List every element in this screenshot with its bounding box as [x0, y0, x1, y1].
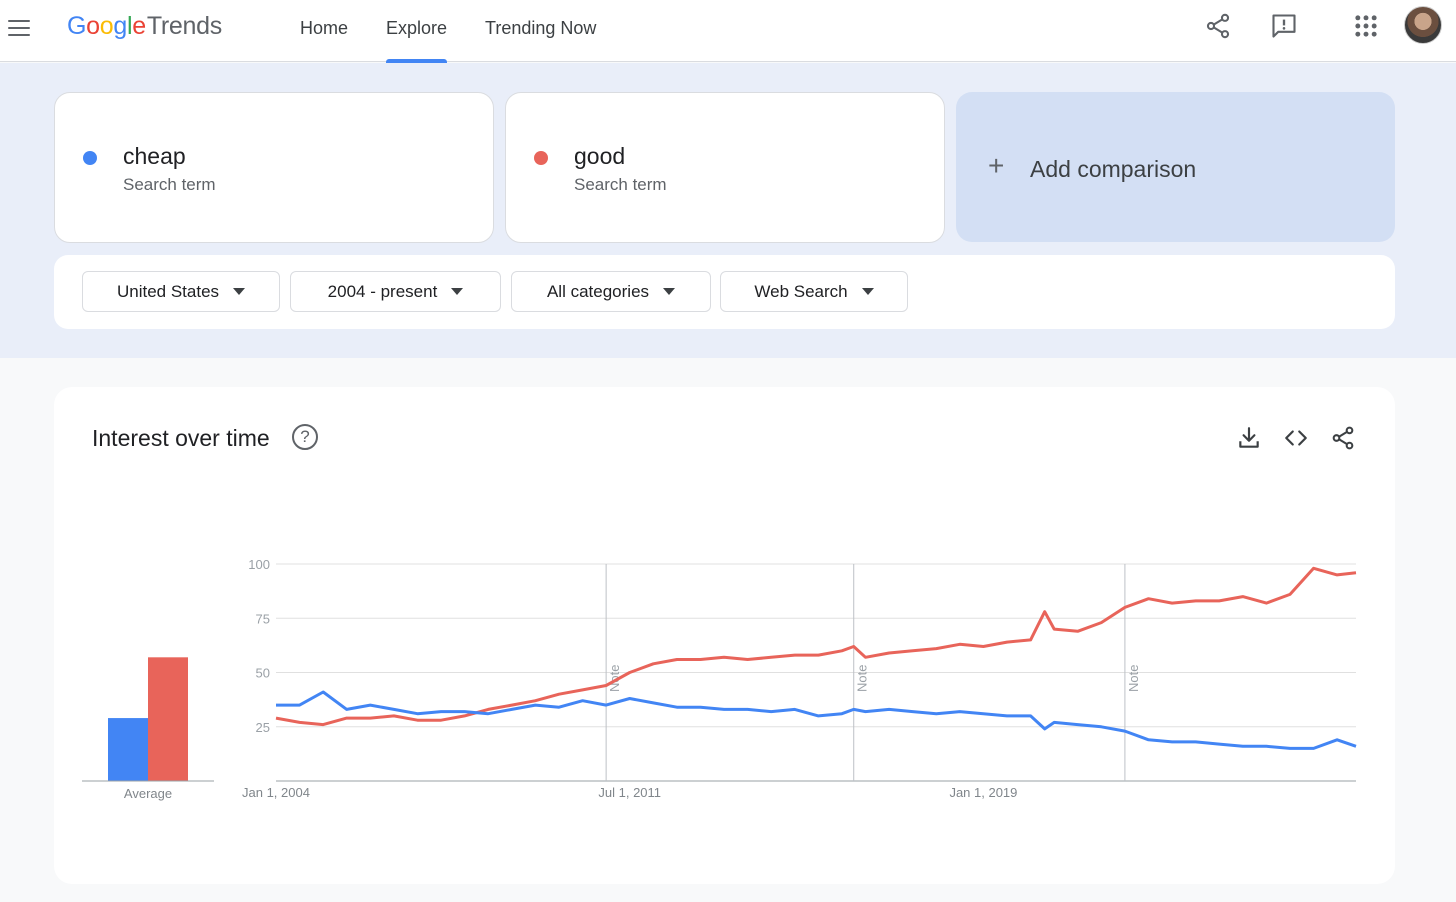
- note-label: Note: [1126, 665, 1141, 692]
- interest-over-time-card: Interest over time ? 25 50 75 100 Note Note No…: [54, 387, 1395, 884]
- caret-down-icon: [233, 288, 246, 295]
- series-line-good: [275, 566, 1357, 727]
- y-tick-label: 50: [256, 666, 270, 681]
- note-label: Note: [855, 665, 870, 692]
- add-comparison-label: Add comparison: [1030, 156, 1197, 182]
- nav-explore[interactable]: Explore: [386, 0, 448, 63]
- term-card-good[interactable]: good Search term: [505, 92, 945, 243]
- x-tick-label: Jan 1, 2004: [242, 785, 310, 800]
- term-name: cheap: [123, 143, 186, 169]
- y-tick-label: 25: [256, 720, 270, 735]
- filter-bar: United States 2004 - present All categor…: [54, 255, 1395, 329]
- time-range-dropdown-label: 2004 - present: [327, 281, 438, 301]
- series-color-dot: [83, 151, 97, 165]
- menu-icon[interactable]: [8, 15, 34, 41]
- term-card-cheap[interactable]: cheap Search term: [54, 92, 494, 243]
- region-dropdown[interactable]: United States: [82, 271, 280, 312]
- x-tick-label: Jul 1, 2011: [598, 785, 661, 800]
- main-nav: Home Explore Trending Now: [300, 0, 634, 63]
- y-tick-label: 100: [248, 557, 270, 572]
- interest-over-time-chart: 255075100Note Note NoteJan 1, 2004 Jul 1, 2…: [82, 557, 1357, 801]
- y-tick-label: 75: [256, 611, 270, 626]
- term-name: good: [574, 143, 626, 169]
- time-range-dropdown[interactable]: 2004 - present: [290, 271, 501, 312]
- category-dropdown-label: All categories: [546, 281, 650, 301]
- average-bar-good: [148, 657, 188, 781]
- nav-trending-now[interactable]: Trending Now: [485, 0, 596, 62]
- average-label: Average: [124, 786, 172, 801]
- nav-home[interactable]: Home: [300, 0, 348, 62]
- series-color-dot: [534, 151, 548, 165]
- add-comparison-button[interactable]: + Add comparison: [956, 92, 1395, 242]
- x-tick-label: Jan 1, 2019: [949, 785, 1017, 800]
- search-type-dropdown-label: Web Search: [754, 281, 848, 301]
- apps-icon[interactable]: [1352, 12, 1380, 40]
- average-bar-cheap: [108, 718, 148, 781]
- google-trends-logo[interactable]: GoogleTrends: [67, 12, 222, 41]
- share-icon[interactable]: [1204, 12, 1232, 40]
- region-dropdown-label: United States: [116, 281, 220, 301]
- avatar[interactable]: [1404, 6, 1442, 44]
- caret-down-icon: [663, 288, 676, 295]
- top-bar: GoogleTrends Home Explore Trending Now: [0, 0, 1456, 63]
- term-subtitle: Search term: [123, 175, 216, 194]
- term-subtitle: Search term: [574, 175, 667, 194]
- category-dropdown[interactable]: All categories: [511, 271, 711, 312]
- caret-down-icon: [451, 288, 464, 295]
- feedback-icon[interactable]: [1270, 12, 1298, 40]
- caret-down-icon: [861, 288, 874, 295]
- plus-icon: +: [988, 150, 1005, 181]
- search-type-dropdown[interactable]: Web Search: [720, 271, 908, 312]
